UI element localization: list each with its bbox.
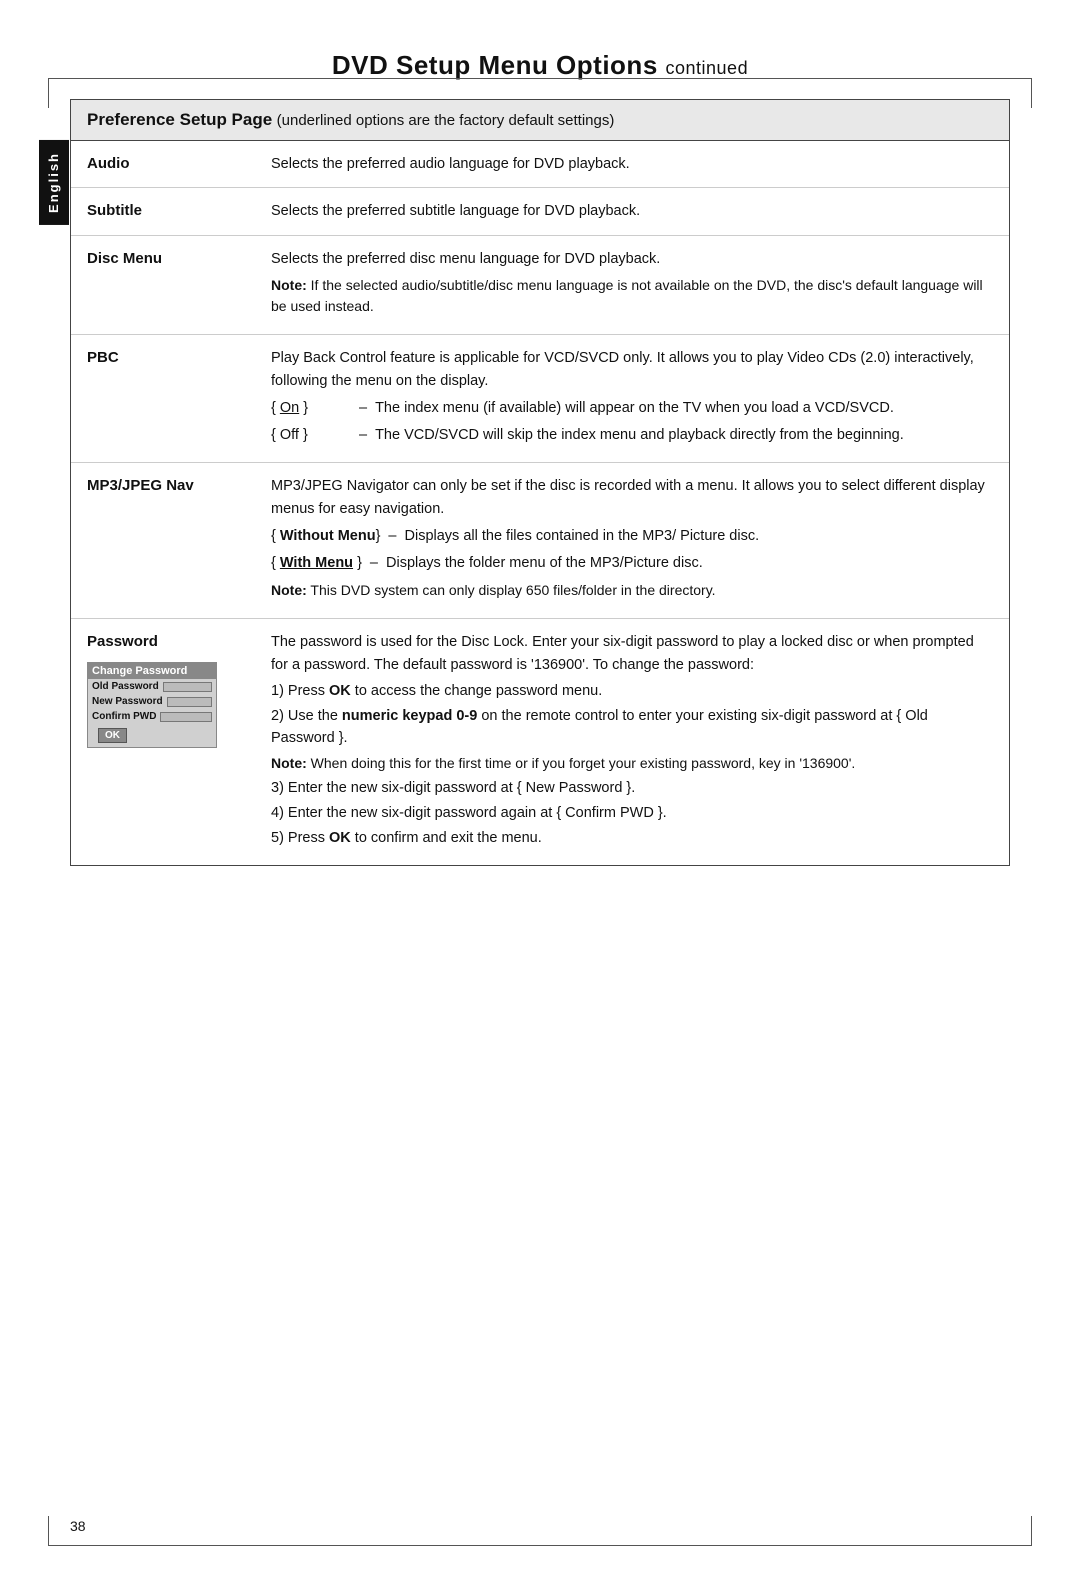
option-desc-audio: Selects the preferred audio language for… <box>271 153 1009 175</box>
language-tab: English <box>39 140 69 225</box>
pbc-on-dash: – <box>359 397 367 419</box>
password-ui-row-old: Old Password <box>88 679 216 694</box>
password-old-label: Old Password <box>92 681 159 692</box>
border-bottom <box>48 1545 1032 1546</box>
main-content-box: English Preference Setup Page (underline… <box>70 99 1010 866</box>
password-step-4: 4) Enter the new six-digit password agai… <box>271 803 993 825</box>
mp3jpeg-with-key: { With Menu } <box>271 552 362 574</box>
option-row-subtitle: Subtitle Selects the preferred subtitle … <box>71 188 1009 235</box>
password-ui-title: Change Password <box>88 663 216 679</box>
password-new-label: New Password <box>92 696 163 707</box>
password-step-2: 2) Use the numeric keypad 0-9 on the rem… <box>271 706 993 750</box>
pbc-on-key: { On } <box>271 397 351 419</box>
option-label-disc-menu: Disc Menu <box>71 248 271 322</box>
mp3jpeg-with-menu: { With Menu } – Displays the folder menu… <box>271 552 993 574</box>
mp3jpeg-without-dash: – <box>388 525 396 547</box>
password-ui-row-new: New Password <box>88 694 216 709</box>
page-title-suffix: continued <box>666 58 749 78</box>
password-step-5: 5) Press OK to confirm and exit the menu… <box>271 828 993 850</box>
mp3jpeg-without-key: { Without Menu} <box>271 525 380 547</box>
password-step-1: 1) Press OK to access the change passwor… <box>271 681 993 703</box>
password-note: Note: When doing this for the first time… <box>271 753 993 774</box>
option-desc-disc-menu: Selects the preferred disc menu language… <box>271 248 1009 322</box>
page-number: 38 <box>70 1518 86 1534</box>
option-desc-subtitle: Selects the preferred subtitle language … <box>271 200 1009 222</box>
page-title-text: DVD Setup Menu Options <box>332 50 658 80</box>
pbc-main-desc: Play Back Control feature is applicable … <box>271 347 993 392</box>
mp3jpeg-main-desc: MP3/JPEG Navigator can only be set if th… <box>271 475 993 520</box>
mp3jpeg-without-menu: { Without Menu} – Displays all the files… <box>271 525 993 547</box>
password-confirm-input <box>160 712 212 722</box>
border-right-bottom <box>1031 1516 1032 1546</box>
option-label-audio: Audio <box>71 153 271 175</box>
password-confirm-label: Confirm PWD <box>92 711 156 722</box>
mp3jpeg-without-desc: Displays all the files contained in the … <box>405 525 760 547</box>
password-step-3: 3) Enter the new six-digit password at {… <box>271 778 993 800</box>
password-new-input <box>167 697 212 707</box>
option-desc-pbc: Play Back Control feature is applicable … <box>271 347 1009 450</box>
option-row-mp3jpeg: MP3/JPEG Nav MP3/JPEG Navigator can only… <box>71 463 1009 619</box>
section-header-bold: Preference Setup Page <box>87 110 272 129</box>
option-row-disc-menu: Disc Menu Selects the preferred disc men… <box>71 236 1009 335</box>
password-ui-row-confirm: Confirm PWD <box>88 709 216 724</box>
border-right-top <box>1031 78 1032 108</box>
pbc-off-key: { Off } <box>271 424 351 446</box>
password-ui-panel: Change Password Old Password New Passwor… <box>87 662 217 748</box>
mp3jpeg-note: Note: This DVD system can only display 6… <box>271 580 993 601</box>
option-label-subtitle: Subtitle <box>71 200 271 222</box>
option-row-audio: Audio Selects the preferred audio langua… <box>71 141 1009 188</box>
page-title: DVD Setup Menu Options continued <box>70 50 1010 81</box>
pbc-suboption-on: { On } – The index menu (if available) w… <box>271 397 993 419</box>
option-row-pbc: PBC Play Back Control feature is applica… <box>71 335 1009 463</box>
border-left-top <box>48 78 49 108</box>
option-row-password: Password Change Password Old Password Ne… <box>71 619 1009 864</box>
option-label-pbc: PBC <box>71 347 271 450</box>
pbc-off-dash: – <box>359 424 367 446</box>
password-ok-button[interactable]: OK <box>98 728 127 743</box>
pbc-on-desc: The index menu (if available) will appea… <box>375 397 894 419</box>
option-label-mp3jpeg: MP3/JPEG Nav <box>71 475 271 606</box>
section-header: Preference Setup Page (underlined option… <box>71 100 1009 141</box>
mp3jpeg-with-dash: – <box>370 552 378 574</box>
option-desc-mp3jpeg: MP3/JPEG Navigator can only be set if th… <box>271 475 1009 606</box>
border-left-bottom <box>48 1516 49 1546</box>
pbc-off-desc: The VCD/SVCD will skip the index menu an… <box>375 424 904 446</box>
mp3jpeg-with-desc: Displays the folder menu of the MP3/Pict… <box>386 552 703 574</box>
disc-menu-note: Note: If the selected audio/subtitle/dis… <box>271 275 993 317</box>
password-main-desc: The password is used for the Disc Lock. … <box>271 631 993 676</box>
option-desc-password: The password is used for the Disc Lock. … <box>271 631 1009 852</box>
password-old-input <box>163 682 212 692</box>
pbc-suboption-off: { Off } – The VCD/SVCD will skip the ind… <box>271 424 993 446</box>
option-label-password: Password Change Password Old Password Ne… <box>71 631 271 852</box>
section-header-normal: (underlined options are the factory defa… <box>277 112 615 129</box>
border-top <box>48 78 1032 79</box>
